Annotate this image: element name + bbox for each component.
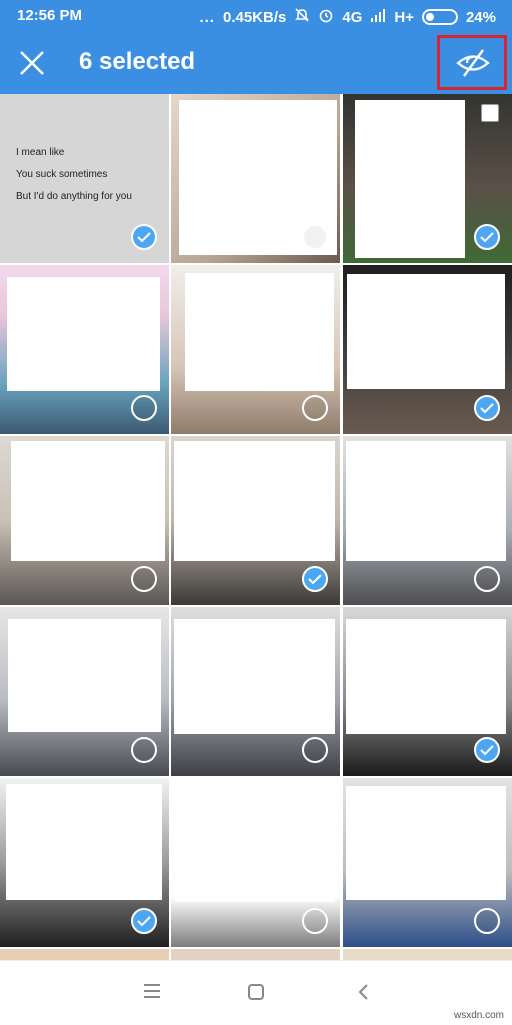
selection-check[interactable]: [302, 566, 328, 592]
photo-tile[interactable]: [171, 778, 340, 947]
photo-tile[interactable]: [343, 94, 512, 263]
photo-tile[interactable]: [171, 265, 340, 434]
photo-tile[interactable]: [0, 265, 169, 434]
redacted-area: [8, 619, 161, 732]
selection-check[interactable]: [302, 737, 328, 763]
selection-check[interactable]: [131, 395, 157, 421]
redacted-area: [175, 780, 335, 902]
quote-line: I mean like: [16, 147, 65, 158]
selection-check[interactable]: [302, 224, 328, 250]
photo-tile[interactable]: [171, 949, 340, 960]
photo-tile[interactable]: [171, 436, 340, 605]
alarm-icon: [318, 7, 334, 27]
small-checkbox[interactable]: [481, 104, 499, 122]
close-icon: [20, 51, 44, 75]
redacted-area: [174, 441, 335, 561]
photo-thumbnail: [343, 949, 512, 960]
selection-check[interactable]: [474, 395, 500, 421]
photo-tile[interactable]: I mean like You suck sometimes But I'd d…: [0, 94, 169, 263]
network-type-2: H+: [394, 8, 414, 26]
redacted-area: [174, 619, 335, 734]
selection-check[interactable]: [474, 737, 500, 763]
quote-line: You suck sometimes: [16, 169, 108, 180]
notification-dots: ...: [199, 8, 215, 26]
photo-thumbnail: [0, 949, 169, 960]
photo-tile[interactable]: [171, 607, 340, 776]
status-time: 12:56 PM: [17, 7, 83, 24]
network-type: 4G: [342, 8, 363, 26]
photo-tile[interactable]: [343, 778, 512, 947]
watermark: wsxdn.com: [453, 1010, 504, 1021]
battery-icon: [421, 9, 458, 25]
selection-check[interactable]: [131, 908, 157, 934]
redacted-area: [355, 100, 465, 258]
photo-tile[interactable]: [0, 949, 169, 960]
back-chevron-icon: [358, 984, 368, 1000]
selection-check[interactable]: [131, 737, 157, 763]
battery-level: 24%: [465, 8, 496, 26]
network-speed: 0.45KB/s: [222, 8, 287, 26]
selection-check[interactable]: [302, 908, 328, 934]
redacted-area: [346, 441, 506, 561]
back-button[interactable]: [356, 983, 370, 1006]
photo-tile[interactable]: [171, 94, 340, 263]
photo-tile[interactable]: [343, 436, 512, 605]
redacted-area: [11, 441, 165, 561]
photo-tile[interactable]: [343, 949, 512, 960]
selection-toolbar: 6 selected: [0, 32, 512, 94]
eye-off-icon: [456, 49, 490, 77]
mute-icon: [294, 7, 310, 27]
selection-check[interactable]: [302, 395, 328, 421]
hide-button[interactable]: [437, 35, 507, 90]
signal-icon: [370, 8, 386, 26]
redacted-area: [346, 786, 506, 900]
status-bar: 12:56 PM ... 0.45KB/s 4G H+ 24%: [0, 0, 512, 32]
photo-tile[interactable]: [343, 607, 512, 776]
redacted-area: [346, 619, 506, 734]
selection-check[interactable]: [474, 908, 500, 934]
home-square-icon: [248, 984, 264, 1000]
selection-check[interactable]: [131, 566, 157, 592]
home-button[interactable]: [247, 983, 265, 1006]
photo-tile[interactable]: [0, 778, 169, 947]
photo-thumbnail: [171, 949, 340, 960]
system-nav-bar: wsxdn.com: [0, 960, 512, 1025]
menu-button[interactable]: [143, 983, 161, 1004]
photo-tile[interactable]: [0, 436, 169, 605]
redacted-area: [7, 277, 160, 391]
selection-title: 6 selected: [79, 48, 196, 75]
selection-check[interactable]: [131, 224, 157, 250]
selection-check[interactable]: [474, 566, 500, 592]
selection-check[interactable]: [474, 224, 500, 250]
menu-icon: [144, 984, 160, 998]
close-button[interactable]: [14, 45, 50, 81]
redacted-area: [6, 784, 162, 900]
redacted-area: [185, 273, 334, 391]
photo-tile[interactable]: [0, 607, 169, 776]
photo-grid: I mean like You suck sometimes But I'd d…: [0, 94, 512, 960]
photo-tile[interactable]: [343, 265, 512, 434]
quote-line: But I'd do anything for you: [16, 191, 132, 202]
status-right: ... 0.45KB/s 4G H+ 24%: [199, 7, 496, 27]
redacted-area: [347, 274, 505, 389]
